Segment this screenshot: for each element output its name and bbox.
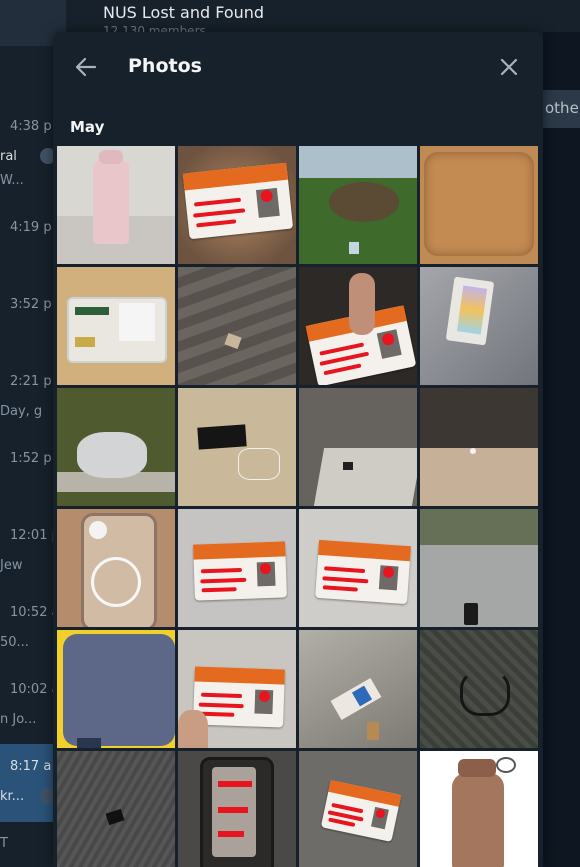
photo-detail [313,448,417,506]
photo-thumbnail[interactable] [420,751,538,867]
id-card [193,541,287,601]
photo-thumbnail[interactable] [57,146,175,264]
chat-area-background: other [537,32,580,867]
photo-detail [460,670,510,716]
photo-detail [420,509,538,545]
id-card [182,162,294,240]
chat-row-time: 3:52 p [10,297,52,312]
arrow-left-icon[interactable] [73,54,99,80]
photo-thumbnail[interactable] [178,630,296,748]
photo-detail [77,738,101,748]
photo-detail [197,424,247,450]
photo-thumbnail[interactable] [178,751,296,867]
chat-row-preview: kr... [0,789,25,804]
photo-detail [420,448,538,506]
photo-detail [119,303,155,341]
photo-detail [349,242,359,254]
photo-thumbnail[interactable] [299,509,417,627]
photo-thumbnail[interactable] [57,630,175,748]
photo-detail [178,267,296,385]
chat-row-time: 4:38 p [10,119,52,134]
photo-detail [496,757,516,773]
photo-thumbnail[interactable] [57,751,175,867]
close-icon[interactable] [496,54,522,80]
chat-row-preview: n Jo... [0,712,37,727]
photo-detail [91,557,141,607]
photo-detail [178,710,208,748]
modal-header: Photos [53,32,543,104]
photo-detail [420,388,538,448]
photo-detail [63,634,175,746]
photo-thumbnail[interactable] [299,751,417,867]
photo-thumbnail[interactable] [420,146,538,264]
photo-thumbnail[interactable] [57,267,175,385]
photo-thumbnail[interactable] [178,146,296,264]
photo-thumbnail[interactable] [299,267,417,385]
photo-detail [458,759,496,777]
other-tab[interactable]: other [537,90,580,128]
chat-row-preview: Jew [0,558,23,573]
photo-detail [349,273,375,335]
photo-detail [57,751,175,867]
photo-detail [75,337,95,347]
photo-detail [464,603,478,625]
photo-detail [89,521,107,539]
photo-detail [218,781,252,787]
photo-detail [178,388,296,506]
photo-thumbnail[interactable] [57,388,175,506]
photo-detail [424,152,534,256]
photo-thumbnail[interactable] [299,630,417,748]
photo-detail [238,448,280,480]
chat-row-preview: ral [0,149,17,164]
photo-thumbnail[interactable] [299,388,417,506]
chat-row-time: 4:19 p [10,220,52,235]
photo-detail [218,807,248,813]
chat-row-preview: Day, g [0,404,43,419]
photo-detail [218,831,244,837]
photo-detail [75,307,109,315]
chat-row-preview: 50... [0,635,29,650]
photo-detail [77,432,147,478]
photo-grid [57,146,539,867]
photo-thumbnail[interactable] [420,630,538,748]
photo-detail [420,545,538,627]
photo-thumbnail[interactable] [57,509,175,627]
photo-detail [99,150,123,164]
photo-detail [470,448,476,454]
chat-row-preview: T [0,836,8,851]
photo-detail [343,462,353,470]
photo-thumbnail[interactable] [178,509,296,627]
photo-thumbnail[interactable] [178,388,296,506]
photo-thumbnail[interactable] [178,267,296,385]
month-section-label: May [70,118,105,136]
photo-thumbnail[interactable] [420,267,538,385]
photo-detail [367,722,379,740]
photo-detail [299,146,417,178]
id-card [315,539,411,605]
other-tab-label: other [545,99,580,117]
chat-title: NUS Lost and Found [103,3,265,22]
chat-row-preview: W... [0,173,24,188]
photo-detail [93,160,129,244]
photo-thumbnail[interactable] [420,388,538,506]
photo-detail [329,182,399,222]
modal-title: Photos [128,55,202,77]
chat-row-time: 1:52 p [10,451,52,466]
chat-row-time: 8:17 a [10,759,52,774]
photo-thumbnail[interactable] [299,146,417,264]
chat-row-time: 2:21 p [10,374,52,389]
photos-modal: Photos May [53,32,543,867]
photo-detail [452,773,504,867]
photo-thumbnail[interactable] [420,509,538,627]
